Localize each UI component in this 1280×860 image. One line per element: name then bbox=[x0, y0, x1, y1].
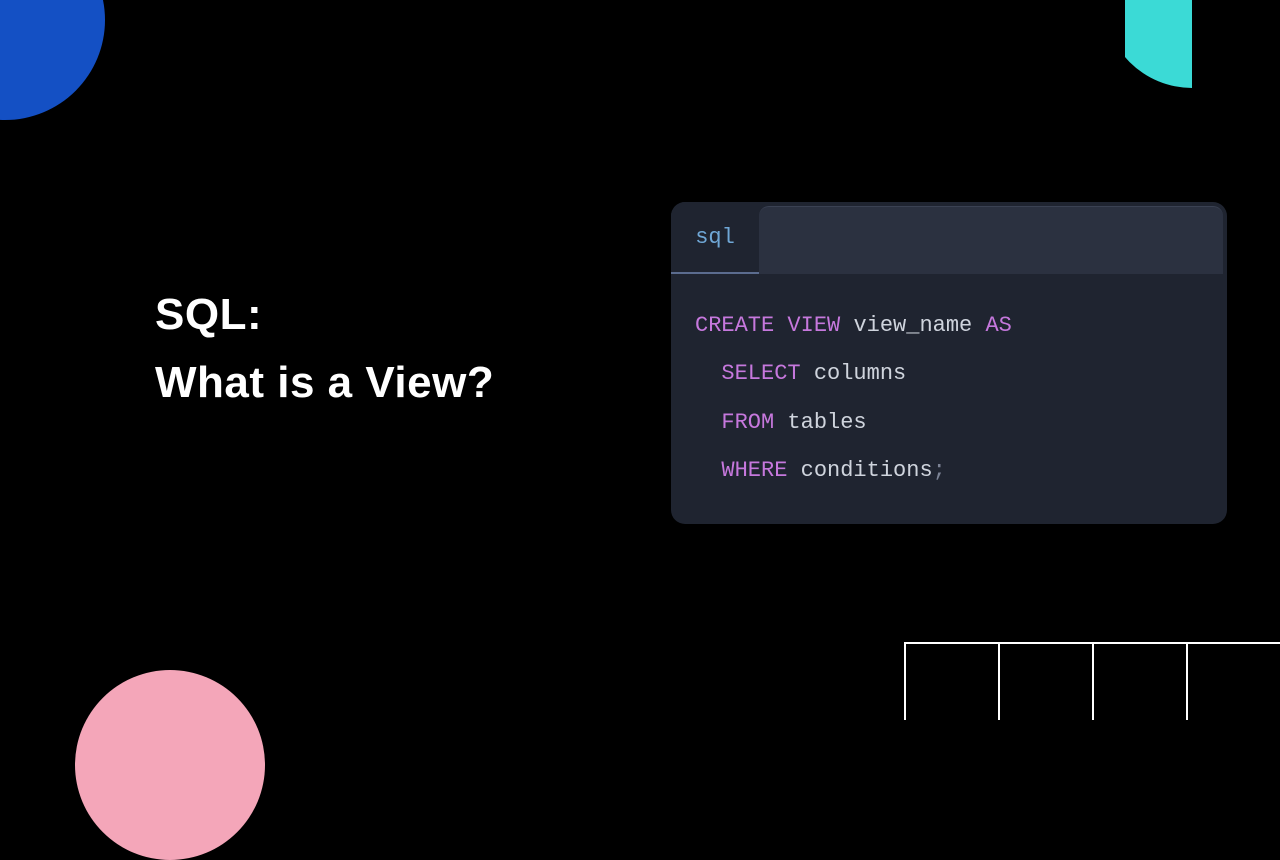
code-line-3: FROM tables bbox=[695, 399, 1203, 447]
code-line-4: WHERE conditions; bbox=[695, 447, 1203, 495]
code-tabbar-empty bbox=[759, 206, 1223, 274]
decor-blue-circle bbox=[0, 0, 105, 120]
title-line-1: SQL: bbox=[155, 290, 494, 340]
decor-grid bbox=[904, 642, 1280, 720]
decor-cyan-quarter bbox=[1125, 0, 1280, 88]
grid-cell bbox=[998, 642, 1092, 720]
title-block: SQL: What is a View? bbox=[155, 290, 494, 408]
code-line-1: CREATE VIEW view_name AS bbox=[695, 302, 1203, 350]
grid-cell bbox=[1092, 642, 1186, 720]
grid-cell bbox=[904, 642, 998, 720]
grid-cell bbox=[1186, 642, 1280, 720]
code-body: CREATE VIEW view_name AS SELECT columns … bbox=[671, 274, 1227, 524]
code-line-2: SELECT columns bbox=[695, 350, 1203, 398]
code-panel: sql CREATE VIEW view_name AS SELECT colu… bbox=[671, 202, 1227, 524]
code-tab-sql[interactable]: sql bbox=[671, 202, 759, 274]
code-tabbar: sql bbox=[671, 202, 1227, 274]
title-line-2: What is a View? bbox=[155, 358, 494, 408]
decor-pink-circle bbox=[75, 670, 265, 860]
